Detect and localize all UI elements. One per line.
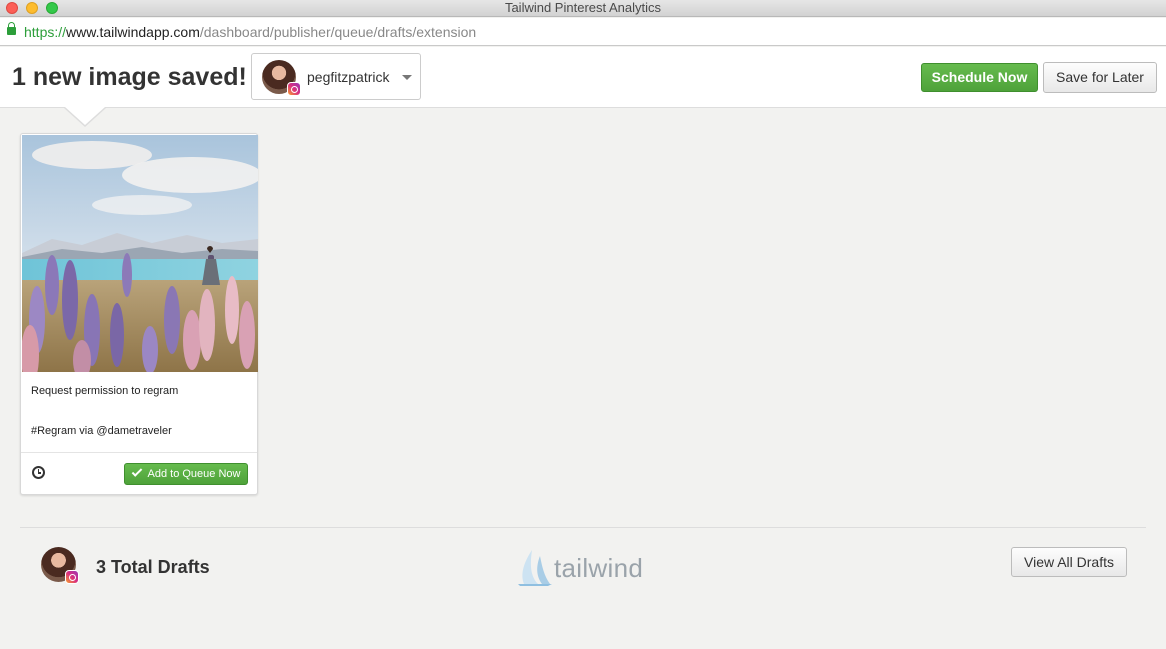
maximize-window-button[interactable]: [46, 2, 58, 14]
schedule-now-button[interactable]: Schedule Now: [921, 63, 1038, 92]
tailwind-logo: tailwind: [518, 548, 653, 586]
save-for-later-button[interactable]: Save for Later: [1043, 62, 1157, 93]
url-host: www.tailwindapp.com: [66, 24, 200, 40]
lock-icon: [7, 22, 16, 35]
caption-line-1: Request permission to regram: [31, 385, 179, 397]
url-scheme: https://: [24, 24, 67, 40]
clock-icon[interactable]: [32, 466, 45, 479]
draft-card: Request permission to regram #Regram via…: [20, 133, 258, 495]
view-all-drafts-button[interactable]: View All Drafts: [1011, 547, 1127, 577]
account-dropdown[interactable]: pegfitzpatrick: [251, 53, 421, 100]
page-title: 1 new image saved!: [12, 63, 247, 91]
footer-divider: [20, 527, 1146, 528]
caret-down-icon: [402, 75, 412, 80]
instagram-icon: [65, 570, 79, 584]
address-bar[interactable]: https://www.tailwindapp.com/dashboard/pu…: [0, 18, 1166, 46]
card-divider: [21, 452, 257, 453]
pin-photo: [22, 135, 258, 372]
instagram-icon: [287, 82, 301, 96]
header-pointer-fill: [65, 107, 105, 125]
caption-line-2: #Regram via @dametraveler: [31, 425, 172, 437]
check-icon: [131, 466, 142, 477]
close-window-button[interactable]: [6, 2, 18, 14]
add-to-queue-label: Add to Queue Now: [147, 468, 241, 480]
total-drafts-label: 3 Total Drafts: [96, 557, 210, 577]
minimize-window-button[interactable]: [26, 2, 38, 14]
account-name: pegfitzpatrick: [307, 69, 390, 85]
window-title: Tailwind Pinterest Analytics: [504, 0, 662, 15]
pin-image[interactable]: [22, 135, 258, 372]
url-path: /dashboard/publisher/queue/drafts/extens…: [199, 24, 477, 40]
tailwind-logo-icon: [518, 550, 552, 586]
page-header: 1 new image saved! pegfitzpatrick Schedu…: [0, 47, 1166, 108]
add-to-queue-button[interactable]: Add to Queue Now: [124, 463, 248, 485]
tailwind-logo-text: tailwind: [554, 553, 644, 583]
window-titlebar: Tailwind Pinterest Analytics: [0, 0, 1166, 17]
